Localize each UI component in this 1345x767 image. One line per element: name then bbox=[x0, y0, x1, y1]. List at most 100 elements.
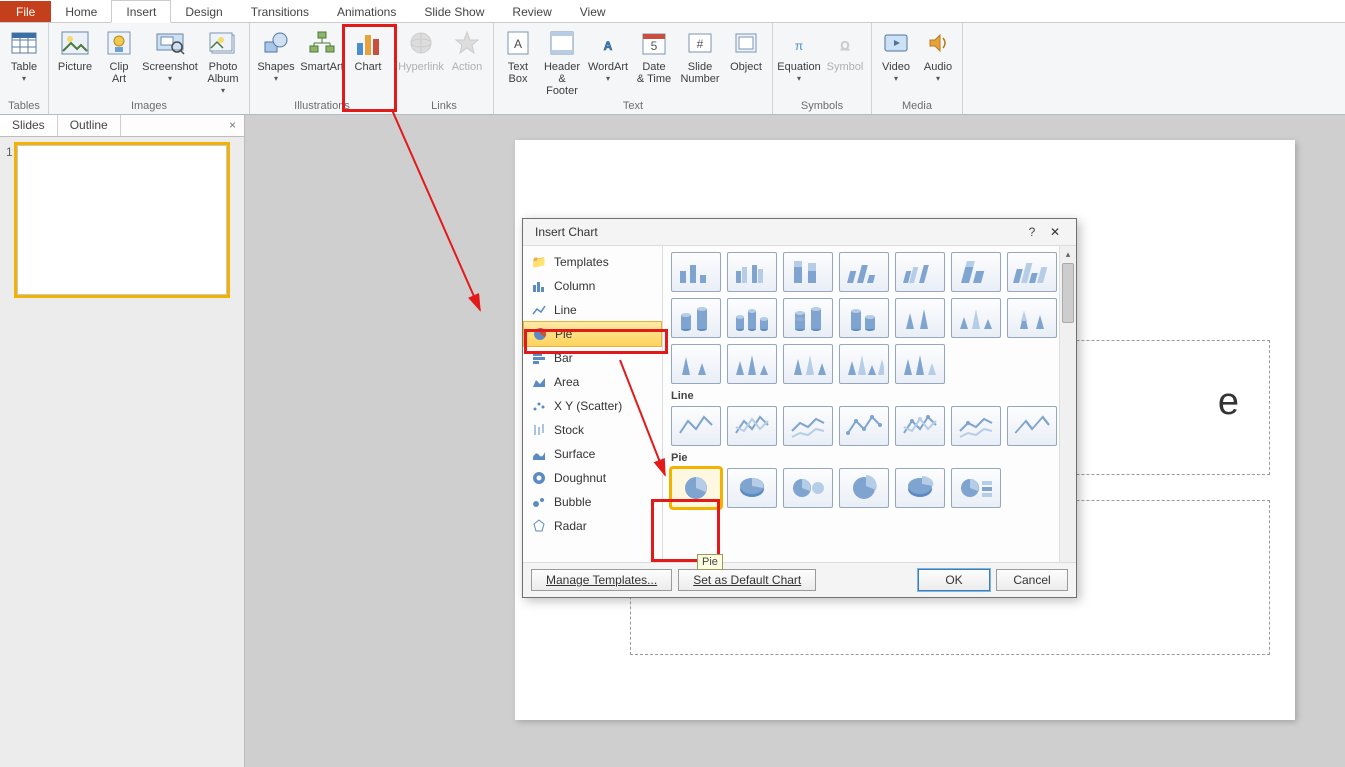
slides-panel: Slides Outline × 1 bbox=[0, 115, 245, 767]
gallery-item[interactable] bbox=[839, 252, 889, 292]
gallery-item[interactable] bbox=[727, 298, 777, 338]
gallery-item[interactable] bbox=[951, 468, 1001, 508]
column-icon bbox=[531, 278, 547, 294]
gallery-item-pie-selected[interactable] bbox=[671, 468, 721, 508]
slide-thumbnail[interactable] bbox=[17, 145, 227, 295]
cat-column[interactable]: Column bbox=[523, 274, 662, 298]
tab-animations[interactable]: Animations bbox=[323, 1, 410, 22]
gallery-item[interactable] bbox=[783, 298, 833, 338]
gallery-item[interactable] bbox=[783, 406, 833, 446]
equation-button[interactable]: πEquation▾ bbox=[777, 25, 821, 83]
ok-button[interactable]: OK bbox=[918, 569, 990, 591]
gallery-item[interactable] bbox=[727, 344, 777, 384]
gallery-item[interactable] bbox=[895, 344, 945, 384]
group-tables-label: Tables bbox=[4, 99, 44, 114]
gallery-item[interactable] bbox=[839, 406, 889, 446]
gallery-item[interactable] bbox=[895, 468, 945, 508]
gallery-item[interactable] bbox=[727, 406, 777, 446]
wordart-button[interactable]: AWordArt▾ bbox=[586, 25, 630, 83]
cat-line[interactable]: Line bbox=[523, 298, 662, 322]
gallery-scrollbar[interactable]: ▴ ▾ bbox=[1059, 246, 1076, 562]
clipart-button[interactable]: Clip Art bbox=[99, 25, 139, 85]
tab-view[interactable]: View bbox=[566, 1, 620, 22]
action-button: Action bbox=[445, 25, 489, 73]
gallery-item[interactable] bbox=[671, 406, 721, 446]
dialog-body: 📁Templates Column Line Pie Bar Area X Y … bbox=[523, 245, 1076, 563]
gallery-item[interactable] bbox=[671, 252, 721, 292]
gallery-item[interactable] bbox=[671, 298, 721, 338]
picture-button[interactable]: Picture bbox=[53, 25, 97, 73]
panel-tab-slides[interactable]: Slides bbox=[0, 115, 58, 136]
set-default-chart-button[interactable]: Set as Default Chart bbox=[678, 569, 816, 591]
cat-doughnut[interactable]: Doughnut bbox=[523, 466, 662, 490]
cat-stock[interactable]: Stock bbox=[523, 418, 662, 442]
cat-scatter[interactable]: X Y (Scatter) bbox=[523, 394, 662, 418]
screenshot-button[interactable]: Screenshot▾ bbox=[141, 25, 199, 83]
manage-templates-button[interactable]: Manage Templates... bbox=[531, 569, 672, 591]
video-button[interactable]: Video▾ bbox=[876, 25, 916, 83]
tab-review[interactable]: Review bbox=[498, 1, 565, 22]
gallery-item[interactable] bbox=[671, 344, 721, 384]
panel-close-icon[interactable]: × bbox=[221, 115, 244, 136]
scroll-up-icon[interactable]: ▴ bbox=[1060, 246, 1076, 263]
audio-button[interactable]: Audio▾ bbox=[918, 25, 958, 83]
scatter-icon bbox=[531, 398, 547, 414]
scroll-handle[interactable] bbox=[1062, 263, 1074, 323]
table-button[interactable]: Table▾ bbox=[4, 25, 44, 83]
slide-number-button[interactable]: #Slide Number bbox=[678, 25, 722, 85]
cat-area[interactable]: Area bbox=[523, 370, 662, 394]
gallery-item[interactable] bbox=[783, 252, 833, 292]
tab-design[interactable]: Design bbox=[171, 1, 236, 22]
wordart-label: WordArt bbox=[588, 61, 628, 73]
gallery-item[interactable] bbox=[727, 468, 777, 508]
textbox-button[interactable]: AText Box bbox=[498, 25, 538, 85]
header-footer-button[interactable]: Header & Footer bbox=[540, 25, 584, 97]
tab-home[interactable]: Home bbox=[51, 1, 111, 22]
gallery-header-line: Line bbox=[671, 390, 1068, 402]
tab-transitions[interactable]: Transitions bbox=[237, 1, 323, 22]
gallery-item[interactable] bbox=[895, 252, 945, 292]
gallery-item[interactable] bbox=[895, 406, 945, 446]
photo-album-button[interactable]: Photo Album▾ bbox=[201, 25, 245, 95]
gallery-item[interactable] bbox=[951, 406, 1001, 446]
cancel-button[interactable]: Cancel bbox=[996, 569, 1068, 591]
gallery-item[interactable] bbox=[783, 344, 833, 384]
cat-radar[interactable]: Radar bbox=[523, 514, 662, 538]
gallery-item[interactable] bbox=[839, 468, 889, 508]
tab-insert[interactable]: Insert bbox=[111, 0, 171, 23]
gallery-item[interactable] bbox=[895, 298, 945, 338]
gallery-item[interactable] bbox=[783, 468, 833, 508]
cat-templates-label: Templates bbox=[554, 255, 609, 269]
picture-label: Picture bbox=[58, 61, 92, 73]
shapes-button[interactable]: Shapes▾ bbox=[254, 25, 298, 83]
gallery-item[interactable] bbox=[951, 298, 1001, 338]
object-button[interactable]: Object bbox=[724, 25, 768, 73]
svg-text:Ω: Ω bbox=[841, 39, 850, 53]
chart-button[interactable]: Chart bbox=[346, 25, 390, 73]
insert-chart-dialog: Insert Chart ? ✕ 📁Templates Column Line … bbox=[522, 218, 1077, 598]
cat-templates[interactable]: 📁Templates bbox=[523, 250, 662, 274]
dialog-close-icon[interactable]: ✕ bbox=[1042, 225, 1068, 239]
gallery-item[interactable] bbox=[1007, 252, 1057, 292]
symbol-label: Symbol bbox=[827, 61, 864, 73]
cat-bar[interactable]: Bar bbox=[523, 346, 662, 370]
smartart-button[interactable]: SmartArt bbox=[300, 25, 344, 73]
pie-icon bbox=[532, 326, 548, 342]
cat-surface[interactable]: Surface bbox=[523, 442, 662, 466]
tab-slideshow[interactable]: Slide Show bbox=[410, 1, 498, 22]
cat-pie[interactable]: Pie bbox=[523, 321, 662, 347]
group-images: Picture Clip Art Screenshot▾ Photo Album… bbox=[49, 23, 250, 114]
shapes-label: Shapes bbox=[257, 61, 294, 73]
gallery-item[interactable] bbox=[727, 252, 777, 292]
gallery-item[interactable] bbox=[839, 344, 889, 384]
symbol-icon: Ω bbox=[829, 27, 861, 59]
tab-file[interactable]: File bbox=[0, 1, 51, 22]
date-time-button[interactable]: 5Date & Time bbox=[632, 25, 676, 85]
gallery-item[interactable] bbox=[839, 298, 889, 338]
dialog-help-icon[interactable]: ? bbox=[1022, 225, 1042, 239]
panel-tab-outline[interactable]: Outline bbox=[58, 115, 121, 136]
gallery-item[interactable] bbox=[951, 252, 1001, 292]
cat-bubble[interactable]: Bubble bbox=[523, 490, 662, 514]
gallery-item[interactable] bbox=[1007, 406, 1057, 446]
gallery-item[interactable] bbox=[1007, 298, 1057, 338]
